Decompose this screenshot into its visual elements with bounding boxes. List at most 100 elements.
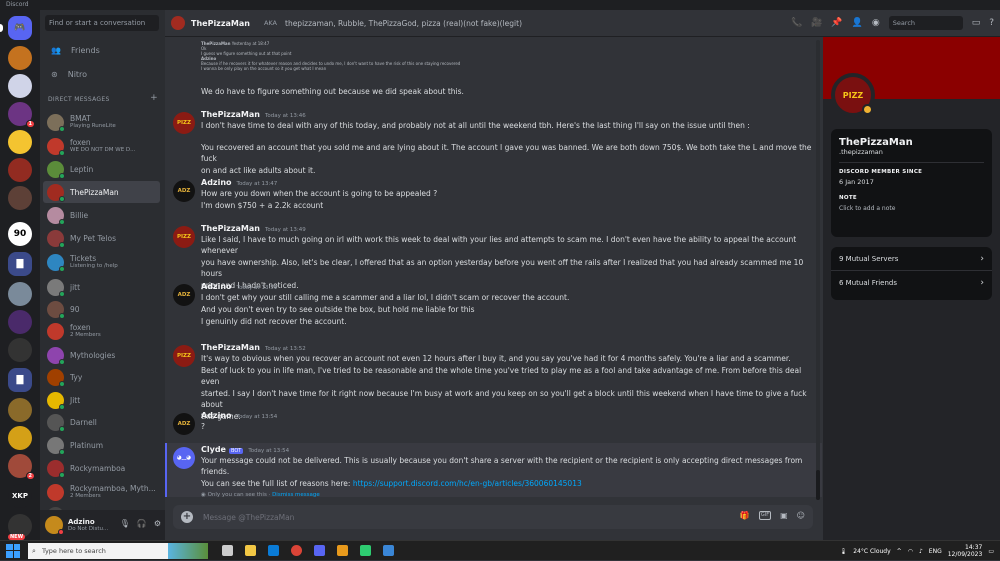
file-explorer-icon[interactable] — [245, 545, 256, 556]
notifications-icon[interactable]: ▭ — [988, 548, 994, 555]
voice-call-icon[interactable]: 📞 — [791, 18, 802, 28]
dm-item[interactable]: Rockymamboa, Myth... 2 Members — [43, 481, 160, 503]
upload-plus-icon[interactable]: + — [181, 511, 193, 523]
chat-scrollbar[interactable] — [816, 40, 820, 500]
dm-item[interactable]: Platinum — [43, 434, 160, 456]
dm-item[interactable]: Tickets Listening to /help — [43, 251, 160, 273]
weather-text[interactable]: 24°C Cloudy — [853, 548, 890, 555]
profile-toggle-icon[interactable]: ◉ — [872, 18, 880, 28]
dm-item[interactable]: jitt — [43, 276, 160, 298]
headset-icon[interactable]: 🎧 — [137, 519, 147, 528]
dm-item[interactable]: BMAT Playing RuneLite — [43, 111, 160, 133]
dm-item[interactable]: Darnell — [43, 411, 160, 433]
app-icon[interactable] — [360, 545, 371, 556]
message-author[interactable]: Adzino — [201, 178, 232, 187]
discord-taskbar-icon[interactable] — [314, 545, 325, 556]
friends-nav[interactable]: 👥 Friends — [45, 40, 159, 60]
dm-item[interactable]: Rockymamboa — [43, 457, 160, 479]
dm-item[interactable]: foxen 2 Members — [43, 320, 160, 342]
store-icon[interactable] — [383, 545, 394, 556]
conversation-search[interactable]: Find or start a conversation — [45, 15, 159, 31]
server-avatar-6[interactable]: 2 — [8, 454, 35, 480]
language-indicator[interactable]: ENG — [929, 548, 942, 555]
message-text: You recovered an account that you sold m… — [201, 143, 812, 163]
home-button[interactable]: 🎮 — [0, 16, 32, 40]
server-mask[interactable]: 1 — [8, 102, 35, 128]
dm-item[interactable]: ThePizzaMan — [43, 181, 160, 203]
server-emoji[interactable] — [8, 130, 32, 154]
server-minecraft[interactable] — [8, 186, 32, 210]
message-author[interactable]: ThePizzaMan — [201, 224, 260, 233]
support-link[interactable]: https://support.discord.com/hc/en-gb/art… — [353, 479, 582, 488]
help-icon[interactable]: ? — [989, 18, 994, 28]
server-character[interactable] — [8, 158, 32, 182]
mutual-friends-row[interactable]: 6 Mutual Friends › — [831, 271, 992, 295]
server-avatar-4[interactable] — [8, 398, 32, 422]
server-avatar-2[interactable] — [8, 310, 32, 334]
chrome-icon[interactable] — [291, 545, 302, 556]
start-button[interactable] — [6, 543, 20, 558]
profile-avatar[interactable]: PIZZ — [831, 73, 875, 117]
server-avatar-5[interactable] — [8, 426, 32, 450]
message-author[interactable]: Adzino — [201, 282, 232, 291]
server-avatar-3[interactable] — [8, 338, 32, 362]
dismiss-link[interactable]: Dismiss message — [272, 492, 320, 498]
message-avatar[interactable]: ADZ — [173, 413, 195, 435]
dm-item[interactable]: 90 — [43, 298, 160, 320]
sticker-icon[interactable]: ▣ — [780, 511, 788, 520]
message-author[interactable]: ThePizzaMan — [201, 343, 260, 352]
message-avatar[interactable]: PIZZ — [173, 345, 195, 367]
pin-icon[interactable]: 📌 — [831, 18, 842, 28]
message-avatar[interactable]: PIZZ — [173, 112, 195, 134]
message-input[interactable] — [203, 512, 663, 522]
message-timestamp: Today at 13:52 — [264, 346, 306, 352]
mic-icon[interactable]: 🎙 — [120, 519, 130, 528]
server-new[interactable]: NEW — [8, 514, 32, 540]
message-avatar[interactable]: ADZ — [173, 284, 195, 306]
message-author[interactable]: ThePizzaMan — [201, 110, 260, 119]
nitro-nav[interactable]: ⊛ Nitro — [45, 64, 159, 84]
clock[interactable]: 14:37 12/09/2023 — [948, 544, 983, 558]
mail-icon[interactable] — [268, 545, 279, 556]
server-avatar-1[interactable] — [8, 282, 32, 306]
user-avatar[interactable] — [45, 516, 64, 535]
task-view-icon[interactable] — [222, 545, 233, 556]
video-call-icon[interactable]: 🎥 — [811, 18, 822, 28]
dm-item[interactable]: Jitt — [43, 389, 160, 411]
taskbar-search[interactable]: ⌕ Type here to search — [28, 542, 168, 559]
mutual-servers-row[interactable]: 9 Mutual Servers › — [831, 247, 992, 271]
volume-icon[interactable]: ♪ — [919, 548, 923, 555]
inbox-icon[interactable]: ▭ — [972, 18, 981, 28]
dm-item[interactable]: Mythologies — [43, 344, 160, 366]
dm-item[interactable]: Billie — [43, 204, 160, 226]
folder-icon[interactable]: ▇ — [8, 252, 32, 276]
server-90[interactable]: 90 — [8, 222, 32, 246]
settings-icon[interactable]: ⚙ — [154, 519, 161, 528]
add-dm-icon[interactable]: + — [150, 93, 158, 103]
tray-chevron-icon[interactable]: ^ — [897, 548, 902, 555]
message-avatar[interactable]: PIZZ — [173, 226, 195, 248]
dm-item[interactable]: My Pet Telos — [43, 227, 160, 249]
note-input[interactable]: Click to add a note — [839, 205, 984, 212]
message-author[interactable]: Adzino — [201, 411, 232, 420]
message: PIZZ ThePizzaMan Today at 13:49 Like I said… — [173, 224, 813, 291]
network-icon[interactable]: ◠ — [908, 548, 913, 555]
search-input[interactable]: Search — [888, 16, 963, 30]
server-pokeball[interactable] — [8, 74, 32, 98]
dm-item[interactable]: Leptin — [43, 158, 160, 180]
add-friends-icon[interactable]: 👤 — [852, 18, 863, 28]
folder-icon-2[interactable]: ▇ — [8, 368, 32, 392]
server-burger[interactable] — [8, 46, 32, 70]
gif-button[interactable]: GIF — [758, 511, 772, 520]
dm-item[interactable]: Tyy — [43, 366, 160, 388]
game-icon[interactable] — [337, 545, 348, 556]
emoji-icon[interactable]: ☺ — [797, 511, 805, 520]
mutual-servers-label: 9 Mutual Servers — [839, 254, 899, 263]
dnd-status-icon — [58, 529, 64, 535]
clyde-author[interactable]: Clyde — [201, 445, 226, 454]
scroll-thumb[interactable] — [816, 470, 820, 500]
gift-icon[interactable]: 🎁 — [740, 511, 750, 520]
dm-item[interactable]: foxen WE DO NOT DM WE D... — [43, 135, 160, 157]
server-xkp[interactable]: XKP — [8, 484, 32, 508]
message-avatar[interactable]: ADZ — [173, 180, 195, 202]
